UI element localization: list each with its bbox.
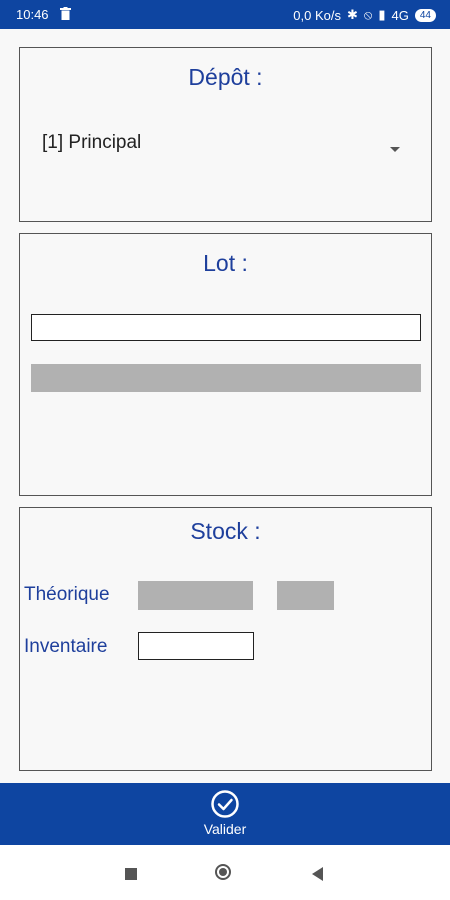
home-icon[interactable]	[215, 864, 231, 880]
status-time: 10:46	[16, 7, 49, 22]
action-bar: Valider	[0, 783, 450, 845]
stock-title: Stock :	[190, 518, 261, 544]
depot-panel: Dépôt : [1] Principal	[19, 47, 432, 222]
nav-bar	[0, 845, 450, 900]
stock-panel: Stock : Théorique Inventaire	[19, 507, 432, 771]
lot-info-bar	[31, 364, 421, 392]
depot-title: Dépôt :	[188, 64, 263, 90]
valider-button[interactable]: Valider	[175, 787, 275, 843]
recent-apps-icon[interactable]	[125, 868, 137, 880]
network-type: 4G	[391, 7, 409, 23]
depot-dropdown[interactable]: [1] Principal	[42, 130, 412, 166]
lot-title: Lot :	[203, 250, 248, 276]
dropdown-caret-icon	[390, 147, 400, 152]
back-icon[interactable]	[312, 867, 323, 881]
inventaire-label: Inventaire	[24, 636, 108, 657]
depot-selected-value: [1] Principal	[42, 132, 142, 153]
status-right: 0,0 Ko/s ✱ ⦸ ▮ 4G 44	[293, 7, 436, 23]
network-speed: 0,0 Ko/s	[293, 7, 341, 23]
theorique-label: Théorique	[24, 584, 110, 605]
theorique-value	[138, 581, 253, 610]
valider-label: Valider	[203, 821, 247, 837]
signal-icon: ▮	[378, 7, 386, 22]
check-circle-icon	[211, 790, 239, 818]
trash-icon	[60, 7, 71, 20]
alarm-off-icon: ⦸	[363, 7, 373, 22]
inventaire-input[interactable]	[138, 632, 254, 660]
battery-icon: 44	[414, 8, 436, 22]
status-bar: 10:46 0,0 Ko/s ✱ ⦸ ▮ 4G 44	[0, 0, 450, 29]
lot-input[interactable]	[31, 314, 421, 341]
theorique-unit	[277, 581, 334, 610]
bluetooth-icon: ✱	[346, 7, 358, 22]
lot-panel: Lot :	[19, 233, 432, 496]
